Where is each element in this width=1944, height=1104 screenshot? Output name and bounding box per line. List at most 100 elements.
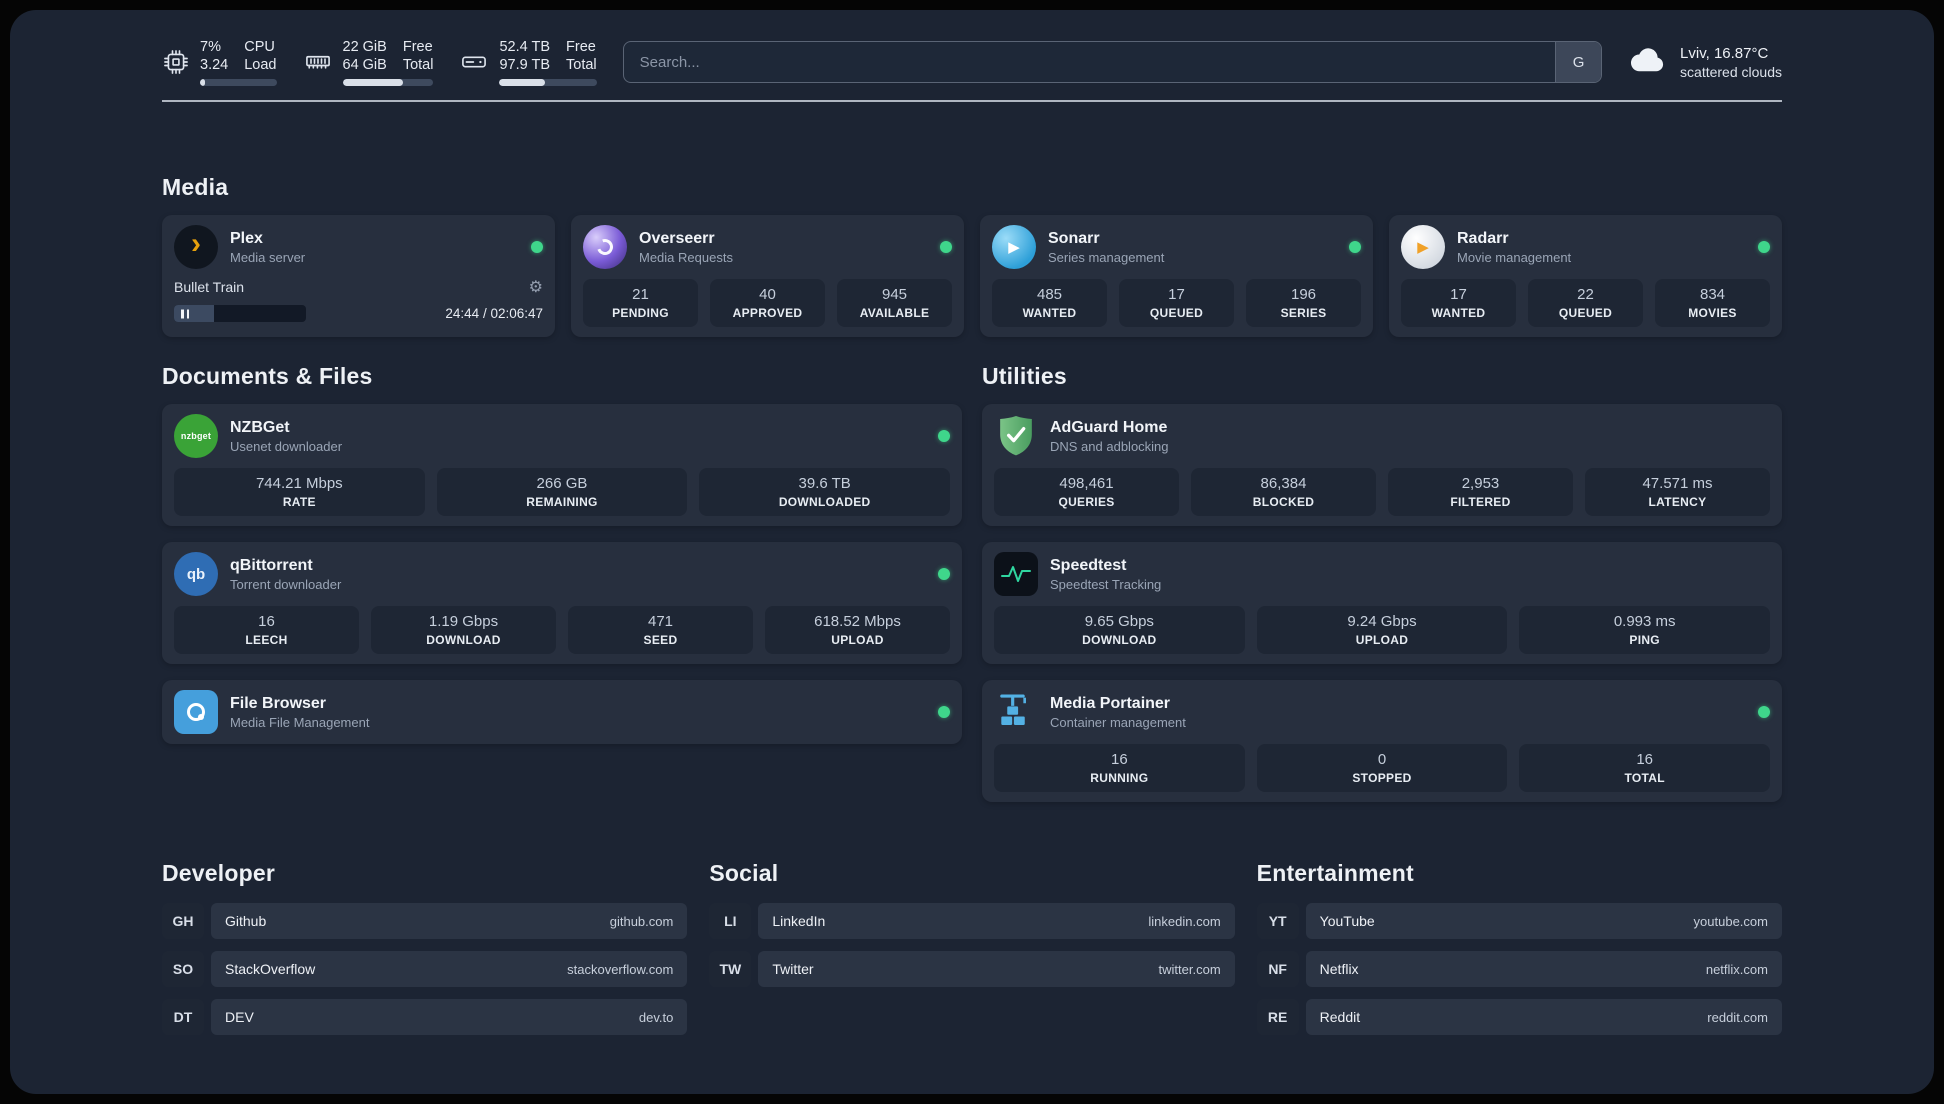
service-card-filebrowser[interactable]: File Browser Media File Management (162, 680, 962, 745)
bookmark-abbr: GH (162, 903, 204, 940)
service-card-nzbget[interactable]: nzbget NZBGet Usenet downloader 744.21 M… (162, 404, 962, 527)
bookmark-abbr: SO (162, 951, 204, 988)
service-card-portainer[interactable]: Media Portainer Container management 16 … (982, 680, 1782, 803)
memory-labels: Free Total (402, 39, 434, 74)
stat-stopped: 0 STOPPED (1256, 744, 1508, 793)
stat-filtered: 2,953 FILTERED (1388, 468, 1573, 517)
service-desc: Media server (230, 249, 306, 265)
stat-rate: 744.21 Mbps RATE (174, 468, 425, 517)
stat-running: 16 RUNNING (994, 744, 1245, 793)
sonarr-icon: ▶ (992, 225, 1036, 270)
bookmark-url: github.com (609, 913, 674, 929)
status-dot (940, 241, 952, 254)
stat-remaining: 266 GB REMAINING (436, 468, 688, 517)
system-monitors: 7% 3.24 CPU Load 22 GiB 64 GiB Free Tota… (162, 38, 597, 87)
bookmark-url: youtube.com (1693, 913, 1768, 929)
stat-leech: 16 LEECH (174, 606, 359, 655)
section-utilities: Utilities AdGuard Home DNS and adblockin… (982, 363, 1782, 803)
status-dot (1349, 241, 1361, 254)
bookmark-reddit[interactable]: RE Reddit reddit.com (1256, 999, 1782, 1036)
section-social: Social LI LinkedIn linkedin.com TW Twitt… (709, 860, 1235, 1035)
bookmark-abbr: YT (1256, 903, 1299, 940)
stat-blocked: 86,384 BLOCKED (1191, 468, 1376, 517)
service-desc: Container management (1050, 714, 1186, 730)
bookmark-abbr: DT (162, 999, 204, 1036)
section-title-media: Media (162, 174, 229, 201)
radarr-icon: ▶ (1401, 225, 1445, 270)
service-desc: Torrent downloader (230, 576, 342, 592)
bookmark-url: twitter.com (1158, 961, 1221, 977)
bookmark-name: Github (225, 913, 267, 930)
service-name: File Browser (230, 694, 327, 712)
service-card-radarr[interactable]: ▶ Radarr Movie management 17 WANTED 22 Q… (1389, 215, 1782, 338)
section-documents: Documents & Files nzbget NZBGet Usenet d… (162, 363, 962, 745)
bookmark-url: netflix.com (1705, 961, 1768, 977)
gear-icon[interactable]: ⚙ (529, 277, 543, 297)
playback-time: 24:44 / 02:06:47 (445, 306, 543, 322)
service-card-sonarr[interactable]: ▶ Sonarr Series management 485 WANTED 17… (980, 215, 1373, 338)
stat-seed: 471 SEED (568, 606, 753, 655)
service-name: Media Portainer (1050, 694, 1171, 712)
search-input[interactable] (623, 42, 1556, 83)
topbar-divider (162, 100, 1782, 103)
bookmark-url: dev.to (638, 1009, 674, 1025)
status-dot (938, 430, 950, 443)
status-dot (938, 706, 950, 719)
service-desc: Movie management (1457, 249, 1572, 265)
screen: 7% 3.24 CPU Load 22 GiB 64 GiB Free Tota… (0, 0, 1944, 1104)
stat-series: 196 SERIES (1246, 279, 1361, 328)
status-dot (1758, 706, 1770, 719)
bookmark-name: YouTube (1319, 913, 1375, 930)
service-name: AdGuard Home (1050, 418, 1168, 436)
bookmark-url: reddit.com (1707, 1009, 1768, 1025)
stat-queries: 498,461 QUERIES (994, 468, 1179, 517)
bookmark-name: LinkedIn (772, 913, 826, 930)
stat-queued: 17 QUEUED (1119, 279, 1234, 328)
stat-upload: 9.24 Gbps UPLOAD (1256, 606, 1508, 655)
playback-progress-bar[interactable] (174, 305, 306, 323)
weather-widget[interactable]: Lviv, 16.87°C scattered clouds (1628, 45, 1782, 80)
adguard-shield-icon (994, 414, 1038, 458)
service-desc: Media File Management (230, 714, 370, 730)
bookmark-linkedin[interactable]: LI LinkedIn linkedin.com (709, 903, 1235, 940)
service-card-speedtest[interactable]: Speedtest Speedtest Tracking 9.65 Gbps D… (982, 542, 1782, 665)
service-desc: Speedtest Tracking (1050, 576, 1162, 592)
bookmark-twitter[interactable]: TW Twitter twitter.com (709, 951, 1235, 988)
service-card-plex[interactable]: › Plex Media server Bullet Train ⚙ 24:44… (162, 215, 555, 338)
bookmark-stackoverflow[interactable]: SO StackOverflow stackoverflow.com (162, 951, 688, 988)
bookmark-youtube[interactable]: YT YouTube youtube.com (1256, 903, 1782, 940)
bookmark-url: linkedin.com (1148, 913, 1221, 929)
bookmark-name: StackOverflow (225, 961, 316, 978)
pause-icon[interactable] (181, 309, 189, 319)
stat-queued: 22 QUEUED (1528, 279, 1643, 328)
bookmark-github[interactable]: GH Github github.com (162, 903, 688, 940)
section-developer: Developer GH Github github.com SO StackO… (162, 860, 688, 1036)
service-name: NZBGet (230, 418, 290, 436)
cpu-monitor: 7% 3.24 CPU Load (162, 38, 277, 87)
stat-download: 9.65 Gbps DOWNLOAD (994, 606, 1245, 655)
plex-icon: › (174, 225, 218, 270)
service-name: Radarr (1457, 229, 1509, 247)
service-card-overseerr[interactable]: Overseerr Media Requests 21 PENDING 40 A… (571, 215, 964, 338)
section-title-social: Social (709, 860, 779, 887)
dashboard-panel: 7% 3.24 CPU Load 22 GiB 64 GiB Free Tota… (10, 10, 1934, 1094)
memory-monitor: 22 GiB 64 GiB Free Total (303, 38, 434, 87)
stat-pending: 21 PENDING (583, 279, 698, 328)
stat-available: 945 AVAILABLE (837, 279, 952, 328)
bookmark-netflix[interactable]: NF Netflix netflix.com (1256, 951, 1782, 988)
bookmark-abbr: LI (709, 903, 752, 940)
cpu-values: 7% 3.24 (200, 39, 229, 74)
status-dot (531, 241, 543, 254)
service-card-qbittorrent[interactable]: qb qBittorrent Torrent downloader 16 LEE… (162, 542, 962, 665)
stat-movies: 834 MOVIES (1655, 279, 1770, 328)
disk-values: 52.4 TB 97.9 TB (499, 39, 551, 74)
stat-latency: 47.571 ms LATENCY (1585, 468, 1770, 517)
bookmark-name: Reddit (1319, 1009, 1361, 1026)
search-provider-button[interactable]: G (1555, 42, 1602, 83)
bookmark-dev[interactable]: DT DEV dev.to (162, 999, 688, 1036)
cloud-icon (1628, 45, 1668, 80)
service-desc: Series management (1048, 249, 1165, 265)
stat-wanted: 17 WANTED (1401, 279, 1516, 328)
service-card-adguard[interactable]: AdGuard Home DNS and adblocking 498,461 … (982, 404, 1782, 527)
stat-approved: 40 APPROVED (710, 279, 825, 328)
